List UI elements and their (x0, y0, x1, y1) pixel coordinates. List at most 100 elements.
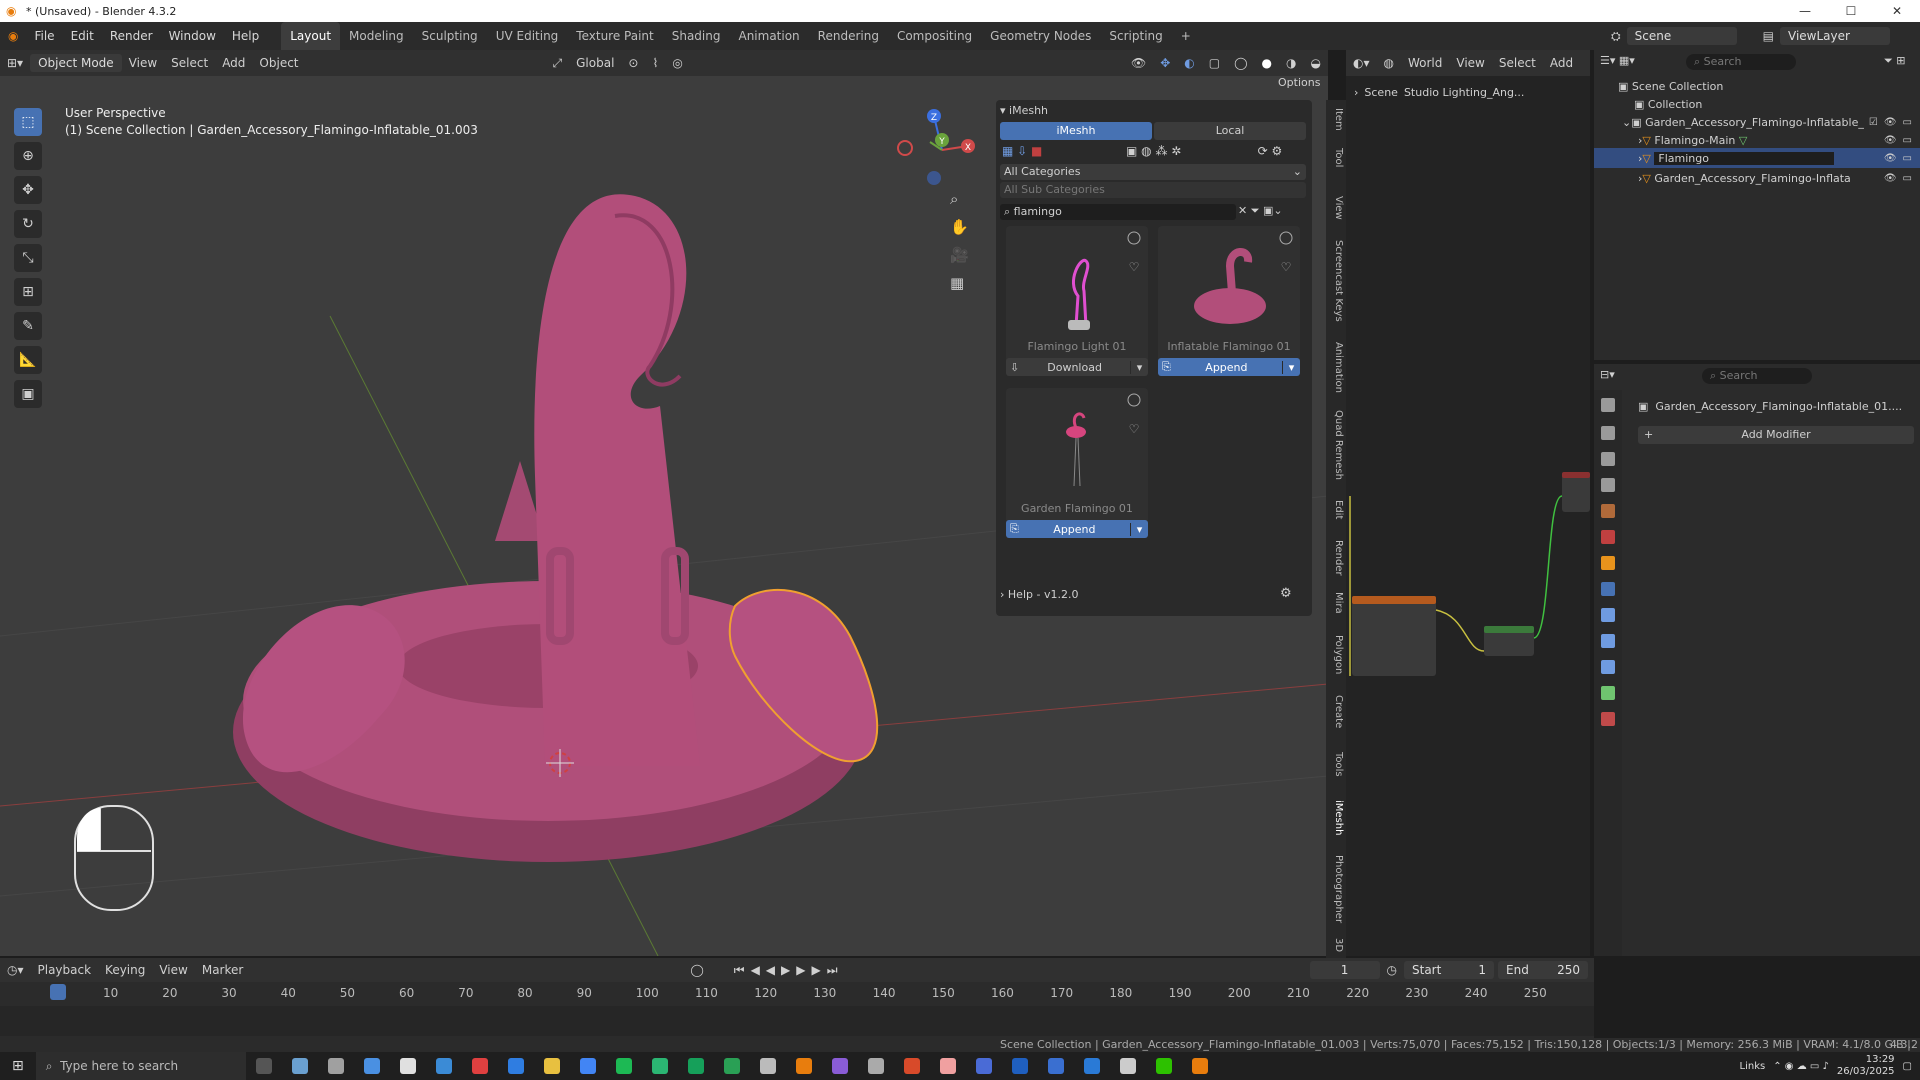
tab-mira[interactable]: Mira (1328, 592, 1344, 614)
app-icon[interactable] (831, 1058, 848, 1074)
links-label[interactable]: Links (1740, 1061, 1766, 1072)
task-view-icon[interactable] (255, 1058, 272, 1074)
tab-sculpting[interactable]: Sculpting (413, 22, 487, 50)
annotate-tool[interactable]: ✎ (14, 312, 42, 340)
folder-icon[interactable] (543, 1058, 560, 1074)
tab-texture-paint[interactable]: Texture Paint (567, 22, 662, 50)
timeline-menu-keying[interactable]: Keying (98, 963, 152, 977)
timeline-menu-playback[interactable]: Playback (31, 963, 99, 977)
move-tool[interactable]: ✥ (14, 176, 42, 204)
tool-tab-icon[interactable] (1601, 398, 1615, 412)
menu-help[interactable]: Help (224, 29, 267, 43)
notification-icon[interactable]: ▢ (1903, 1061, 1912, 1072)
tab-edit[interactable]: Edit (1328, 500, 1344, 519)
scene-selector[interactable]: Scene (1626, 27, 1737, 45)
camera-icon[interactable]: ▭ (1903, 117, 1912, 128)
mode-selector[interactable]: Object Mode (30, 54, 122, 72)
node-menu-add[interactable]: Add (1543, 56, 1580, 70)
scene-tab-icon[interactable] (1601, 504, 1615, 518)
options-button[interactable]: Options (1278, 76, 1320, 89)
calculator-icon[interactable] (507, 1058, 524, 1074)
timeline-editor-type-icon[interactable]: ◷▾ (0, 963, 31, 977)
camera-view-icon[interactable]: 🎥 (950, 246, 969, 264)
chrome-icon[interactable] (579, 1058, 596, 1074)
tab-layout[interactable]: Layout (281, 22, 341, 50)
tab-imeshh[interactable]: iMeshh (1328, 800, 1344, 835)
painter-icon[interactable] (723, 1058, 740, 1074)
tab-create[interactable]: Create (1328, 695, 1344, 728)
tab-geometry-nodes[interactable]: Geometry Nodes (981, 22, 1100, 50)
tab-animation[interactable]: Animation (729, 22, 808, 50)
subcategory-dropdown[interactable]: All Sub Categories (1000, 182, 1306, 198)
tab-tools[interactable]: Tools (1328, 752, 1344, 777)
editor-type-icon[interactable]: ⊞▾ (0, 56, 30, 70)
app-icon[interactable] (867, 1058, 884, 1074)
eye-icon[interactable]: 👁 (1884, 135, 1897, 146)
vscode-icon[interactable] (1083, 1058, 1100, 1074)
data-tab-icon[interactable] (1601, 686, 1615, 700)
world-tab-icon[interactable] (1601, 530, 1615, 544)
checkbox-icon[interactable]: ☑ (1869, 117, 1878, 128)
tab-uv-editing[interactable]: UV Editing (487, 22, 568, 50)
taskbar-search-input[interactable]: ⌕ Type here to search (35, 1052, 246, 1080)
app-icon[interactable] (759, 1058, 776, 1074)
node-menu-view[interactable]: View (1449, 56, 1491, 70)
vlc-icon[interactable] (795, 1058, 812, 1074)
gizmo-icon[interactable]: ✥ (1153, 56, 1177, 70)
flamingo-model[interactable] (233, 194, 879, 862)
app-icon[interactable] (903, 1058, 920, 1074)
help-panel-header[interactable]: › Help - v1.2.0 (1000, 588, 1078, 601)
tab-photographer[interactable]: Photographer (1328, 855, 1344, 923)
download-button[interactable]: ⇩ Download ▾ (1006, 358, 1148, 376)
browser-icon[interactable] (471, 1058, 488, 1074)
viewlayer-selector[interactable]: ViewLayer (1780, 27, 1890, 45)
photoshop-icon[interactable] (1011, 1058, 1028, 1074)
outliner-row-garden-flamingo-collection[interactable]: ⌄ ▣ Garden_Accessory_Flamingo-Inflatable… (1594, 112, 1920, 132)
tab-local[interactable]: Local (1154, 122, 1306, 140)
solid-shading-icon[interactable]: ● (1255, 56, 1279, 70)
tab-modeling[interactable]: Modeling (340, 22, 413, 50)
output-tab-icon[interactable] (1601, 452, 1615, 466)
asset-card-garden-flamingo[interactable]: ♡ Garden Flamingo 01 ⎘ Append ▾ (1006, 388, 1148, 538)
calculator-icon[interactable] (363, 1058, 380, 1074)
camera-icon[interactable]: ▭ (1903, 173, 1912, 184)
playback-controls[interactable]: ⏮◀◀▶▶▶⏭ (734, 963, 844, 978)
maximize-button[interactable]: ☐ (1828, 4, 1874, 18)
timeline-track[interactable] (0, 1006, 1594, 1036)
outliner-row-scene-collection[interactable]: ▣ Scene Collection (1594, 76, 1920, 96)
tab-animation[interactable]: Animation (1328, 342, 1344, 393)
spotify-icon[interactable] (615, 1058, 632, 1074)
properties-search-input[interactable]: ⌕ Search (1702, 368, 1812, 384)
overlay-icon[interactable]: ◐ (1177, 56, 1201, 70)
minimize-button[interactable]: — (1782, 4, 1828, 18)
timeline-menu-marker[interactable]: Marker (195, 963, 250, 977)
app-icon[interactable] (975, 1058, 992, 1074)
physics-tab-icon[interactable] (1601, 634, 1615, 648)
app-icon[interactable] (939, 1058, 956, 1074)
tab-3d[interactable]: 3D (1328, 938, 1344, 952)
autokey-icon[interactable]: ◯ (690, 963, 703, 977)
chatgpt-icon[interactable] (291, 1058, 308, 1074)
tab-item[interactable]: Item (1328, 108, 1344, 131)
tab-quad-remesh[interactable]: Quad Remesh (1328, 410, 1344, 480)
pivot-icon[interactable]: ⊙ (621, 56, 645, 70)
measure-tool[interactable]: 📐 (14, 346, 42, 374)
app-icon[interactable] (651, 1058, 668, 1074)
outliner-row-collection[interactable]: ▣ Collection (1594, 94, 1920, 114)
rendered-shading-icon[interactable]: ◒ (1304, 56, 1328, 70)
end-frame-field[interactable]: End 250 (1498, 961, 1588, 979)
material-shading-icon[interactable]: ◑ (1279, 56, 1303, 70)
tab-shading[interactable]: Shading (663, 22, 730, 50)
outliner-row-flamingo-main[interactable]: › ▽ Flamingo-Main ▽ 👁 ▭ (1594, 130, 1920, 150)
select-box-tool[interactable]: ⬚ (14, 108, 42, 136)
menu-window[interactable]: Window (161, 29, 224, 43)
timeline-menu-view[interactable]: View (152, 963, 194, 977)
timeline-ruler[interactable]: 1102030405060708090100110120130140150160… (0, 984, 1594, 1004)
viewport-menu-add[interactable]: Add (215, 56, 252, 70)
tab-view[interactable]: View (1328, 196, 1344, 220)
viewport-menu-view[interactable]: View (122, 56, 164, 70)
rename-input[interactable]: Flamingo (1654, 151, 1835, 165)
material-tab-icon[interactable] (1601, 712, 1615, 726)
snap-icon[interactable]: ⌇ (645, 56, 665, 70)
category-dropdown[interactable]: All Categories ⌄ (1000, 164, 1306, 180)
